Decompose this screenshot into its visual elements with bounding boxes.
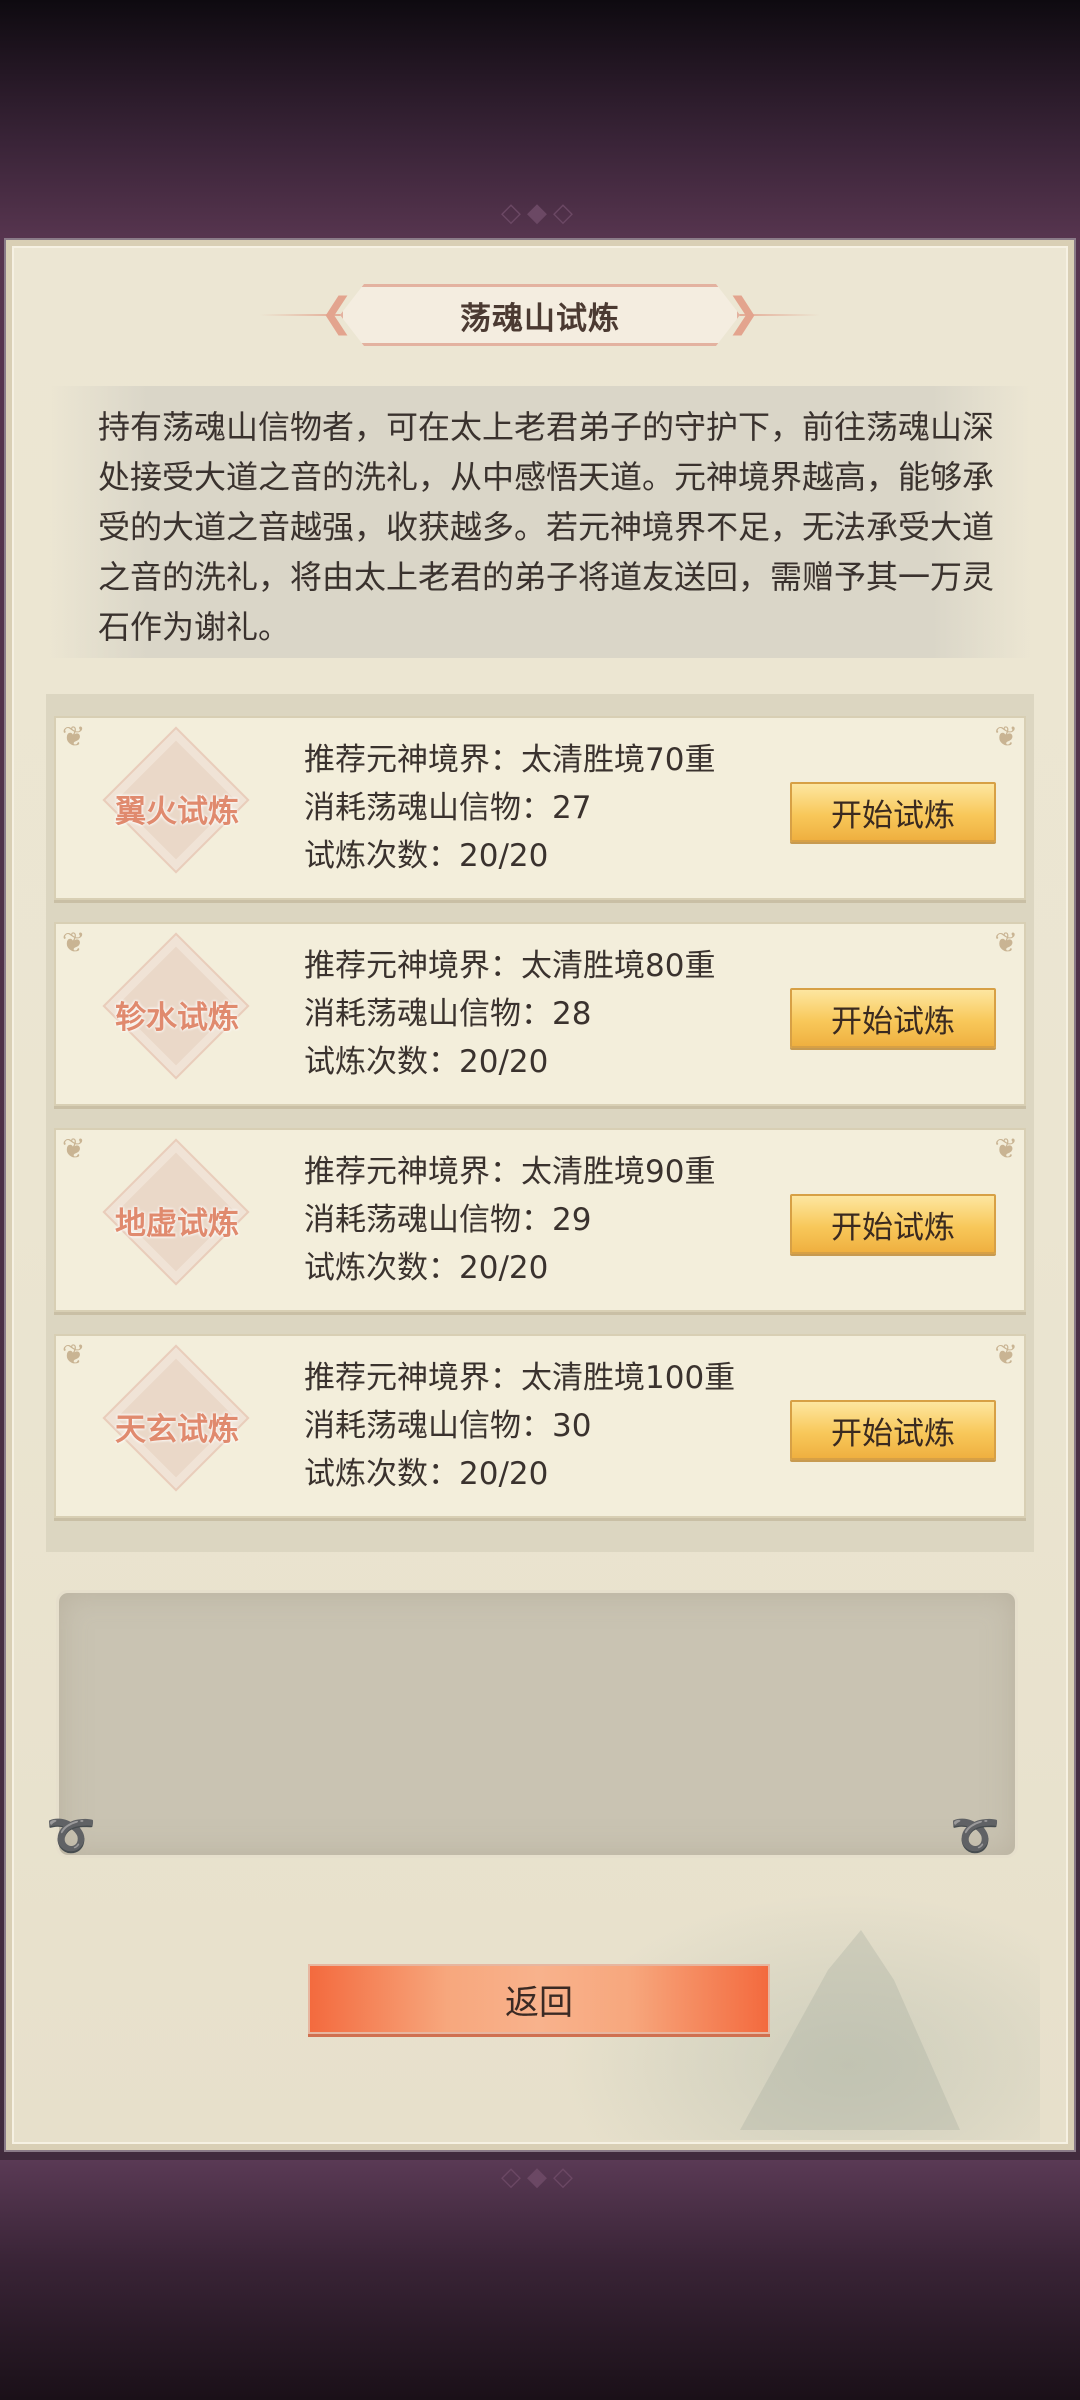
trial-recommend: 推荐元神境界：太清胜境80重	[304, 948, 716, 984]
start-trial-button[interactable]: 开始试炼	[790, 1400, 996, 1460]
trial-cost: 消耗荡魂山信物：29	[304, 1202, 592, 1238]
trial-count: 试炼次数：20/20	[304, 838, 549, 874]
bottom-ornament: ◇◆◇	[501, 2162, 579, 2192]
corner-ornament-icon: ❦	[994, 720, 1018, 753]
description-box: 持有荡魂山信物者，可在太上老君弟子的守护下，前往荡魂山深处接受大道之音的洗礼，从…	[50, 386, 1030, 658]
trial-card: ❦ ❦ 天玄试炼 推荐元神境界：太清胜境100重 消耗荡魂山信物：30 试炼次数…	[54, 1334, 1026, 1518]
corner-ornament-icon: ❦	[62, 926, 86, 959]
message-box	[56, 1590, 1018, 1858]
title-plaque: 荡魂山试炼	[340, 284, 740, 346]
description-text: 持有荡魂山信物者，可在太上老君弟子的守护下，前往荡魂山深处接受大道之音的洗礼，从…	[98, 408, 995, 646]
page-title: 荡魂山试炼	[460, 300, 620, 337]
trial-cost: 消耗荡魂山信物：28	[304, 996, 592, 1032]
trial-card: ❦ ❦ 轸水试炼 推荐元神境界：太清胜境80重 消耗荡魂山信物：28 试炼次数：…	[54, 922, 1026, 1106]
trial-recommend: 推荐元神境界：太清胜境100重	[304, 1360, 736, 1396]
corner-ornament-icon: ❦	[62, 720, 86, 753]
trial-card: ❦ ❦ 地虚试炼 推荐元神境界：太清胜境90重 消耗荡魂山信物：29 试炼次数：…	[54, 1128, 1026, 1312]
trial-name: 地虚试炼	[115, 1206, 239, 1242]
trial-count: 试炼次数：20/20	[304, 1250, 549, 1286]
trial-name: 翼火试炼	[115, 794, 239, 830]
bottom-band	[0, 2160, 1080, 2400]
trial-name: 轸水试炼	[115, 1000, 239, 1036]
corner-ornament-icon: ❦	[994, 1338, 1018, 1371]
trial-cost: 消耗荡魂山信物：27	[304, 790, 592, 826]
corner-ornament-icon: ❦	[994, 1132, 1018, 1165]
corner-ornament-icon: ❦	[994, 926, 1018, 959]
start-trial-button[interactable]: 开始试炼	[790, 1194, 996, 1254]
trial-count: 试炼次数：20/20	[304, 1044, 549, 1080]
trial-recommend: 推荐元神境界：太清胜境70重	[304, 742, 716, 778]
scroll-curl-right-icon: ➰	[950, 1813, 1000, 1859]
back-button[interactable]: 返回	[308, 1964, 770, 2034]
top-ornament: ◇◆◇	[501, 198, 579, 228]
title-banner: ❮ ❯ 荡魂山试炼	[260, 282, 820, 348]
trial-recommend: 推荐元神境界：太清胜境90重	[304, 1154, 716, 1190]
corner-ornament-icon: ❦	[62, 1338, 86, 1371]
start-trial-button[interactable]: 开始试炼	[790, 782, 996, 842]
trial-count: 试炼次数：20/20	[304, 1456, 549, 1492]
scroll-curl-left-icon: ➰	[46, 1813, 96, 1859]
trial-list: ❦ ❦ 翼火试炼 推荐元神境界：太清胜境70重 消耗荡魂山信物：27 试炼次数：…	[46, 694, 1034, 1552]
trial-name: 天玄试炼	[115, 1412, 239, 1448]
start-trial-button[interactable]: 开始试炼	[790, 988, 996, 1048]
corner-ornament-icon: ❦	[62, 1132, 86, 1165]
trial-cost: 消耗荡魂山信物：30	[304, 1408, 592, 1444]
trial-card: ❦ ❦ 翼火试炼 推荐元神境界：太清胜境70重 消耗荡魂山信物：27 试炼次数：…	[54, 716, 1026, 900]
